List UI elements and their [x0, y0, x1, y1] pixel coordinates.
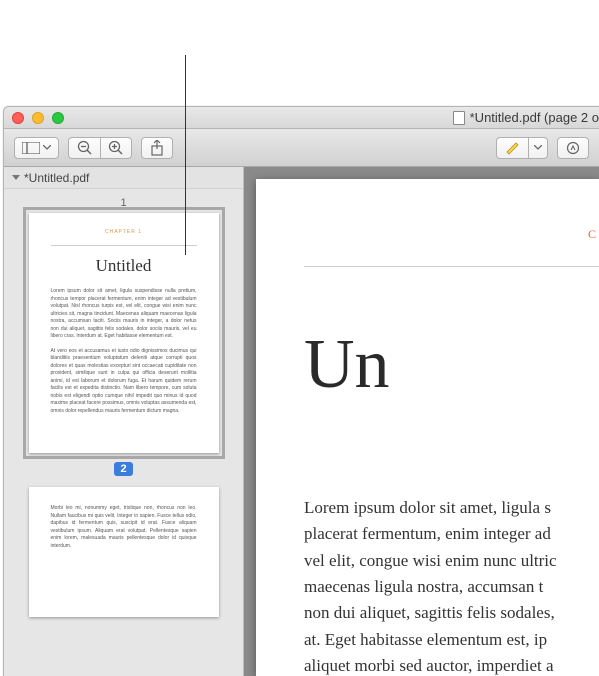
main-viewer[interactable]: C Un Lorem ipsum dolor sit amet, ligula … [244, 167, 599, 676]
thumb-para-2: At vero eos et accusamus et iusto odio d… [51, 348, 197, 416]
thumb-rule [51, 245, 197, 246]
highlight-button[interactable] [496, 137, 528, 159]
sidebar-layout-icon [22, 142, 40, 154]
selected-page-badge: 2 [114, 462, 132, 476]
zoom-in-icon [108, 140, 124, 156]
highlight-dropdown[interactable] [528, 137, 548, 159]
page-title: Un [304, 325, 599, 405]
pencil-tip-icon [565, 141, 581, 155]
sidebar-filename: *Untitled.pdf [24, 171, 89, 185]
page-rule [304, 266, 599, 267]
zoom-group [68, 137, 132, 159]
markup-toolbar-button[interactable] [557, 137, 589, 159]
page-thumbnail-3[interactable]: Morbi leo mi, nonummy eget, tristique no… [29, 487, 219, 617]
page-chapter-label: C [304, 227, 599, 242]
zoom-out-icon [77, 140, 93, 156]
sidebar-header[interactable]: *Untitled.pdf [4, 167, 243, 189]
window-title: *Untitled.pdf (page 2 o [470, 110, 599, 125]
disclosure-triangle-icon[interactable] [12, 175, 20, 180]
document-icon [453, 111, 465, 125]
callout-indicator-line [185, 55, 186, 255]
page-number-label: 1 [4, 197, 243, 209]
content-area: *Untitled.pdf 1 CHAPTER 1 Untitled Lorem… [4, 167, 599, 676]
preview-window: *Untitled.pdf (page 2 o [3, 106, 599, 676]
thumb-para-1: Lorem ipsum dolor sit amet, ligula suspe… [51, 288, 197, 341]
page-badge-wrap: 2 [4, 459, 243, 477]
window-title-wrap: *Untitled.pdf (page 2 o [453, 110, 599, 125]
toolbar [4, 129, 599, 167]
thumb3-body-text: Morbi leo mi, nonummy eget, tristique no… [51, 505, 197, 550]
markup-group [496, 137, 548, 159]
share-icon [150, 140, 164, 156]
window-controls [12, 112, 64, 124]
chevron-down-icon [534, 145, 542, 150]
zoom-out-button[interactable] [68, 137, 100, 159]
zoom-in-button[interactable] [100, 137, 132, 159]
thumb-chapter-label: CHAPTER 1 [51, 229, 197, 235]
page-content: C Un Lorem ipsum dolor sit amet, ligula … [256, 179, 599, 676]
chevron-down-icon [43, 145, 51, 150]
close-window-button[interactable] [12, 112, 24, 124]
maximize-window-button[interactable] [52, 112, 64, 124]
highlighter-icon [505, 141, 521, 155]
thumb-body-text: Lorem ipsum dolor sit amet, ligula suspe… [51, 288, 197, 415]
minimize-window-button[interactable] [32, 112, 44, 124]
thumbnails-sidebar: *Untitled.pdf 1 CHAPTER 1 Untitled Lorem… [4, 167, 244, 676]
titlebar[interactable]: *Untitled.pdf (page 2 o [4, 107, 599, 129]
page-thumbnail-2[interactable]: CHAPTER 1 Untitled Lorem ipsum dolor sit… [29, 213, 219, 453]
thumbnail-list[interactable]: 1 CHAPTER 1 Untitled Lorem ipsum dolor s… [4, 189, 243, 676]
share-button[interactable] [141, 137, 173, 159]
page-body-text: Lorem ipsum dolor sit amet, ligula s pla… [304, 495, 599, 676]
view-mode-button[interactable] [14, 137, 59, 159]
thumb-title: Untitled [51, 256, 197, 276]
